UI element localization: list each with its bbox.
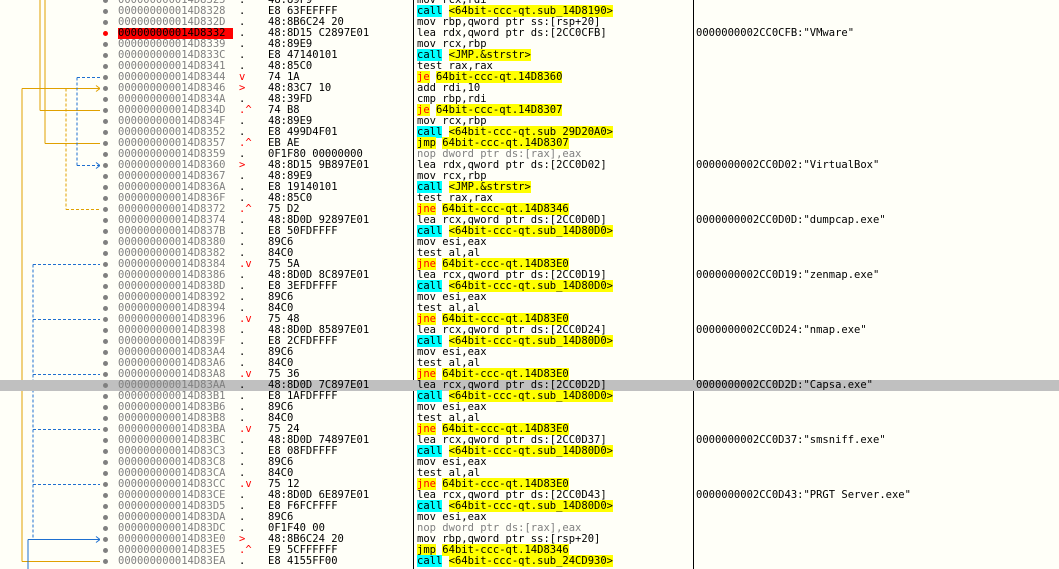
breakpoint-dot-icon[interactable] xyxy=(103,86,108,91)
breakpoint-dot-icon[interactable] xyxy=(103,537,108,542)
breakpoint-dot-icon[interactable] xyxy=(103,482,108,487)
breakpoint-dot-icon[interactable] xyxy=(103,9,108,14)
breakpoint-dot-icon[interactable] xyxy=(103,108,108,113)
breakpoint-dot-icon[interactable] xyxy=(103,471,108,476)
breakpoint-dot-icon[interactable] xyxy=(103,119,108,124)
breakpoint-dot-icon[interactable] xyxy=(103,64,108,69)
breakpoint-dot-icon[interactable] xyxy=(103,317,108,322)
breakpoint-dot-icon[interactable] xyxy=(103,328,108,333)
breakpoint-dot-icon[interactable] xyxy=(103,53,108,58)
instruction-comment: 0000000002CC0CFB:"VMware" xyxy=(696,27,855,39)
breakpoint-dot-icon[interactable] xyxy=(103,515,108,520)
breakpoint-dot-icon[interactable] xyxy=(103,240,108,245)
instruction-comment: 0000000002CC0D37:"smsniff.exe" xyxy=(696,434,886,446)
branch-marker: . xyxy=(239,555,246,567)
breakpoint-dot-icon[interactable] xyxy=(103,174,108,179)
breakpoint-dot-icon[interactable] xyxy=(103,394,108,399)
breakpoint-dot-icon[interactable] xyxy=(103,185,108,190)
breakpoint-dot-icon[interactable] xyxy=(103,152,108,157)
breakpoint-dot-icon[interactable] xyxy=(103,460,108,465)
instruction-comment: 0000000002CC0D2D:"Capsa.exe" xyxy=(696,379,874,391)
breakpoint-dot-icon[interactable] xyxy=(103,339,108,344)
breakpoint-dot-icon[interactable] xyxy=(103,350,108,355)
breakpoint-dot-icon[interactable] xyxy=(103,416,108,421)
instruction-comment: 0000000002CC0D24:"nmap.exe" xyxy=(696,324,867,336)
instruction-row[interactable]: 000000000014D83EA. E8 4155FF00 call <64bit… xyxy=(0,555,1059,567)
instruction-bytes: E8 4155FF00 xyxy=(268,555,338,567)
breakpoint-dot-icon[interactable] xyxy=(103,273,108,278)
instruction-address: 000000000014D83EA xyxy=(118,555,226,567)
breakpoint-dot-icon[interactable] xyxy=(103,361,108,366)
breakpoint-dot-icon[interactable] xyxy=(103,559,108,564)
breakpoint-dot-icon[interactable] xyxy=(103,196,108,201)
breakpoint-dot-icon[interactable] xyxy=(103,493,108,498)
operands: <64bit-ccc-qt.sub_24CD930> xyxy=(448,555,613,567)
breakpoint-dot-icon[interactable] xyxy=(103,262,108,267)
breakpoint-dot-icon[interactable] xyxy=(103,42,108,47)
breakpoint-dot-icon[interactable] xyxy=(103,405,108,410)
breakpoint-dot-icon[interactable] xyxy=(103,526,108,531)
instruction-comment: 0000000002CC0D0D:"dumpcap.exe" xyxy=(696,214,886,226)
breakpoint-dot-icon[interactable] xyxy=(103,20,108,25)
breakpoint-dot-icon[interactable] xyxy=(103,372,108,377)
breakpoint-dot-icon[interactable] xyxy=(103,229,108,234)
mnemonic: call xyxy=(417,555,443,567)
breakpoint-dot-icon[interactable] xyxy=(103,218,108,223)
instruction-comment: 0000000002CC0D43:"PRGT Server.exe" xyxy=(696,489,911,501)
disassembly-text[interactable]: call <64bit-ccc-qt.sub_24CD930> xyxy=(417,555,613,567)
breakpoint-dot-icon[interactable] xyxy=(103,427,108,432)
breakpoint-dot-icon[interactable] xyxy=(103,141,108,146)
breakpoint-dot-icon[interactable] xyxy=(103,0,108,3)
instruction-comment: 0000000002CC0D02:"VirtualBox" xyxy=(696,159,880,171)
breakpoint-dot-icon[interactable] xyxy=(103,438,108,443)
breakpoint-dot-icon[interactable] xyxy=(103,295,108,300)
breakpoint-dot-icon[interactable] xyxy=(103,75,108,80)
breakpoint-active-icon[interactable] xyxy=(103,31,108,36)
breakpoint-dot-icon[interactable] xyxy=(103,306,108,311)
instruction-comment: 0000000002CC0D19:"zenmap.exe" xyxy=(696,269,880,281)
breakpoint-dot-icon[interactable] xyxy=(103,548,108,553)
breakpoint-dot-icon[interactable] xyxy=(103,97,108,102)
breakpoint-dot-icon[interactable] xyxy=(103,130,108,135)
breakpoint-dot-icon[interactable] xyxy=(103,504,108,509)
breakpoint-dot-icon[interactable] xyxy=(103,383,108,388)
breakpoint-dot-icon[interactable] xyxy=(103,251,108,256)
breakpoint-dot-icon[interactable] xyxy=(103,207,108,212)
disassembly-view[interactable]: 000000000014D8325. 48:89F9 mov rcx,rdi 0000… xyxy=(0,0,1059,569)
breakpoint-dot-icon[interactable] xyxy=(103,284,108,289)
breakpoint-dot-icon[interactable] xyxy=(103,163,108,168)
breakpoint-dot-icon[interactable] xyxy=(103,449,108,454)
